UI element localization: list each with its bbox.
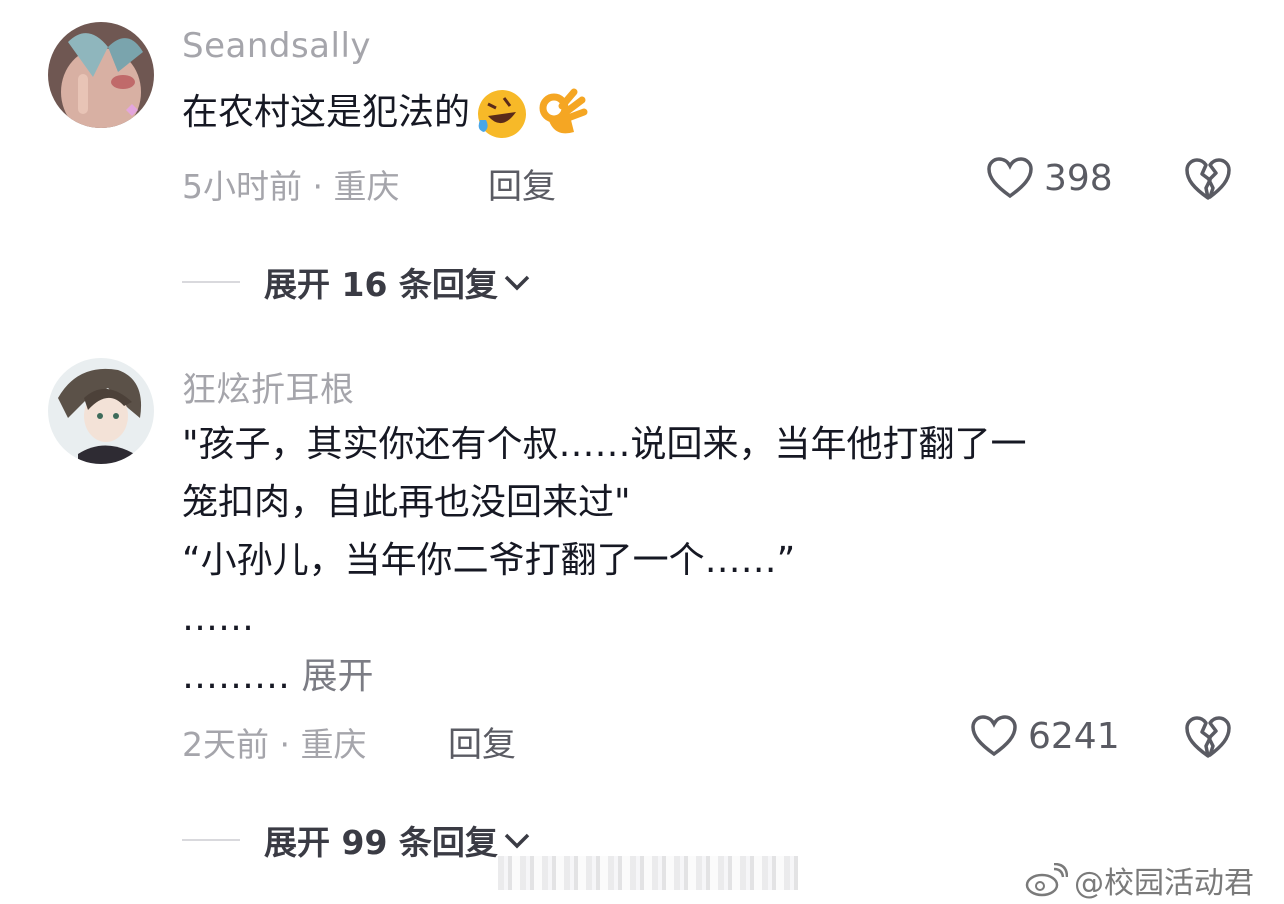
comment-text: 在农村这是犯法的: [182, 84, 590, 142]
comment-text-body: 在农村这是犯法的: [182, 92, 471, 133]
broken-heart-icon[interactable]: [1184, 156, 1232, 202]
heart-icon: [987, 157, 1033, 199]
heart-icon: [971, 715, 1017, 757]
username[interactable]: 狂炫折耳根: [182, 362, 355, 411]
like-count: 398: [1044, 157, 1113, 199]
divider: [182, 839, 240, 841]
show-more-link[interactable]: 展开: [301, 656, 373, 697]
watermark-text: @校园活动君: [1074, 866, 1254, 901]
reply-button[interactable]: 回复: [488, 159, 556, 208]
comment-line-last: ……… 展开: [182, 648, 1027, 706]
expand-replies-button[interactable]: 展开 99 条回复: [182, 816, 532, 864]
laughing-crying-emoji-icon: [478, 90, 527, 138]
divider: [182, 281, 240, 283]
comment-line: 笼扣肉，自此再也没回来过": [182, 482, 631, 523]
broken-heart-icon[interactable]: [1184, 714, 1232, 760]
comment-line: ………: [182, 656, 290, 697]
comment-line: “小孙儿，当年你二爷打翻了一个……”: [182, 540, 796, 581]
expand-replies-label: 展开 99 条回复: [264, 823, 498, 862]
avatar[interactable]: [48, 358, 154, 464]
reply-button[interactable]: 回复: [448, 717, 516, 766]
avatar[interactable]: [48, 22, 154, 128]
expand-replies-label: 展开 16 条回复: [264, 265, 498, 304]
expand-replies-button[interactable]: 展开 16 条回复: [182, 258, 532, 306]
watermark: @校园活动君: [1024, 858, 1254, 902]
ok-hand-emoji-icon: [539, 88, 588, 134]
comment-line: "孩子，其实你还有个叔……说回来，当年他打翻了一: [182, 424, 1027, 465]
comment-meta: 2天前 · 重庆: [182, 725, 367, 764]
comment-meta: 5小时前 · 重庆: [182, 167, 400, 206]
comment-line: ……: [182, 598, 254, 639]
like-count: 6241: [1028, 715, 1120, 757]
chevron-down-icon: [504, 275, 530, 291]
like-button[interactable]: 398: [986, 156, 1113, 200]
like-button[interactable]: 6241: [970, 714, 1120, 758]
weibo-logo-icon: [1025, 863, 1068, 897]
username[interactable]: Seandsally: [182, 26, 371, 66]
blurred-overlay: [498, 856, 798, 890]
chevron-down-icon: [504, 833, 530, 849]
comment-text: "孩子，其实你还有个叔……说回来，当年他打翻了一 笼扣肉，自此再也没回来过" “…: [182, 416, 1027, 706]
